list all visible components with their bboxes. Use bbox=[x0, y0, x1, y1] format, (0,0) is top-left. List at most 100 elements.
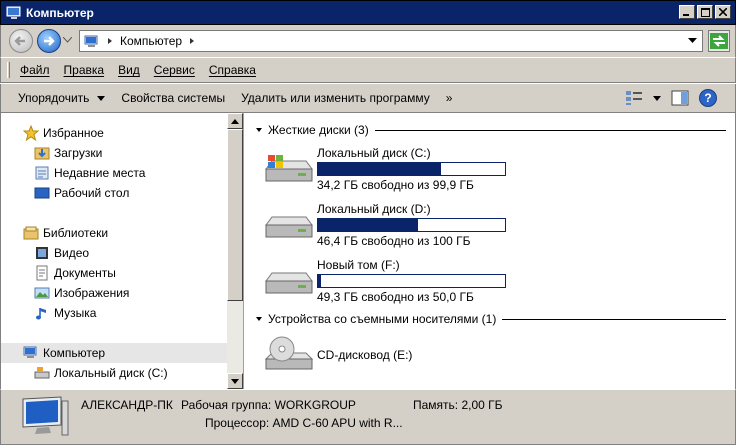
preview-pane-icon[interactable] bbox=[671, 90, 689, 106]
refresh-icon bbox=[710, 33, 728, 49]
scroll-thumb[interactable] bbox=[227, 129, 243, 301]
drive-c-name: Локальный диск (C:) bbox=[317, 146, 431, 160]
organize-label: Упорядочить bbox=[18, 91, 90, 105]
chevron-down-icon bbox=[97, 95, 106, 101]
minimize-button[interactable] bbox=[679, 5, 695, 19]
uninstall-program-button[interactable]: Удалить или изменить программу bbox=[241, 91, 430, 105]
nav-video[interactable]: Видео bbox=[1, 243, 227, 263]
drive-f-name: Новый том (F:) bbox=[317, 258, 400, 272]
more-commands-button[interactable]: » bbox=[446, 91, 453, 105]
nav-recent-places[interactable]: Недавние места bbox=[1, 163, 227, 183]
refresh-button[interactable] bbox=[708, 30, 730, 52]
computer-name: АЛЕКСАНДР-ПК bbox=[81, 398, 173, 412]
scroll-down-button[interactable] bbox=[227, 373, 243, 389]
nav-downloads[interactable]: Загрузки bbox=[1, 143, 227, 163]
nav-recent-places-label: Недавние места bbox=[54, 166, 146, 180]
collapse-arrow-icon[interactable] bbox=[254, 315, 264, 323]
drive-d-name: Локальный диск (D:) bbox=[317, 202, 431, 216]
recent-places-icon bbox=[34, 165, 50, 181]
nav-scrollbar[interactable] bbox=[227, 113, 243, 389]
desktop-icon bbox=[34, 185, 50, 201]
navigation-tree: Избранное Загрузки Недавние места Рабочи… bbox=[1, 113, 227, 390]
drive-c-usage-fill bbox=[318, 163, 442, 175]
toolbar-grip[interactable] bbox=[7, 62, 10, 78]
drive-d-free-space: 46,4 ГБ свободно из 100 ГБ bbox=[317, 234, 471, 248]
scroll-up-icon bbox=[231, 118, 239, 124]
computer-icon bbox=[6, 6, 21, 19]
drive-icon bbox=[265, 272, 313, 294]
drive-c[interactable]: Локальный диск (C:) 34,2 ГБ свободно из … bbox=[262, 145, 722, 197]
breadcrumb-arrow-icon[interactable] bbox=[188, 37, 196, 45]
forward-button[interactable] bbox=[37, 29, 61, 53]
group-removable-label: Устройства со съемными носителями (1) bbox=[268, 312, 497, 326]
nav-favorites[interactable]: Избранное bbox=[1, 123, 227, 143]
scroll-up-button[interactable] bbox=[227, 113, 243, 129]
menu-help[interactable]: Справка bbox=[209, 63, 256, 77]
nav-libraries[interactable]: Библиотеки bbox=[1, 223, 227, 243]
music-library-icon bbox=[34, 305, 50, 321]
breadcrumb-arrow-icon[interactable] bbox=[106, 37, 114, 45]
nav-music-label: Музыка bbox=[54, 306, 97, 320]
system-drive-icon bbox=[265, 155, 313, 182]
collapse-arrow-icon[interactable] bbox=[254, 126, 264, 134]
window-title: Компьютер bbox=[26, 5, 94, 20]
nav-desktop-label: Рабочий стол bbox=[54, 186, 130, 200]
navigation-pane: Избранное Загрузки Недавние места Рабочи… bbox=[0, 112, 243, 389]
menu-edit[interactable]: Правка bbox=[64, 63, 105, 77]
cd-drive-e[interactable]: CD-дисковод (E:) bbox=[262, 331, 722, 383]
recent-pages-dropdown-icon[interactable] bbox=[63, 37, 72, 43]
nav-documents-label: Документы bbox=[54, 266, 116, 280]
group-divider bbox=[502, 318, 726, 320]
content-pane: Жесткие диски (3) Локальный диск (C:) 34… bbox=[243, 112, 736, 389]
computer-icon bbox=[22, 396, 69, 436]
drive-f[interactable]: Новый том (F:) 49,3 ГБ свободно из 50,0 … bbox=[262, 257, 722, 309]
breadcrumb-computer[interactable]: Компьютер bbox=[120, 34, 182, 48]
nav-drive-c-label: Локальный диск (C:) bbox=[54, 366, 168, 380]
forward-arrow-icon bbox=[44, 36, 55, 46]
drive-f-usage-fill bbox=[318, 275, 321, 287]
maximize-icon bbox=[700, 7, 710, 17]
change-view-icon[interactable] bbox=[625, 90, 643, 106]
nav-drive-c[interactable]: Локальный диск (C:) bbox=[1, 363, 227, 383]
video-library-icon bbox=[34, 245, 50, 261]
close-button[interactable] bbox=[715, 5, 731, 19]
maximize-button[interactable] bbox=[697, 5, 713, 19]
group-divider bbox=[374, 129, 726, 131]
address-bar[interactable]: Компьютер bbox=[79, 30, 703, 52]
back-arrow-icon bbox=[14, 36, 25, 46]
view-options-dropdown-icon[interactable] bbox=[653, 95, 661, 101]
nav-desktop[interactable]: Рабочий стол bbox=[1, 183, 227, 203]
processor-info: Процессор: AMD C-60 APU with R... bbox=[205, 416, 403, 430]
menu-bar: Файл Правка Вид Сервис Справка bbox=[0, 57, 736, 83]
minimize-icon bbox=[683, 14, 689, 16]
help-button[interactable]: ? bbox=[699, 89, 717, 107]
nav-computer[interactable]: Компьютер bbox=[1, 343, 227, 363]
nav-documents[interactable]: Документы bbox=[1, 263, 227, 283]
nav-computer-label: Компьютер bbox=[43, 346, 106, 360]
nav-pictures[interactable]: Изображения bbox=[1, 283, 227, 303]
menu-view[interactable]: Вид bbox=[118, 63, 140, 77]
nav-video-label: Видео bbox=[54, 246, 90, 260]
back-button[interactable] bbox=[9, 29, 33, 53]
nav-music[interactable]: Музыка bbox=[1, 303, 227, 323]
group-hard-drives[interactable]: Жесткие диски (3) bbox=[254, 122, 726, 138]
system-properties-button[interactable]: Свойства системы bbox=[121, 91, 225, 105]
documents-library-icon bbox=[34, 265, 50, 281]
menu-file[interactable]: Файл bbox=[20, 63, 50, 77]
drive-d[interactable]: Локальный диск (D:) 46,4 ГБ свободно из … bbox=[262, 201, 722, 253]
star-icon bbox=[23, 125, 39, 141]
organize-button[interactable]: Упорядочить bbox=[18, 91, 106, 105]
nav-favorites-label: Избранное bbox=[43, 126, 104, 140]
title-bar[interactable]: Компьютер bbox=[0, 0, 736, 25]
system-properties-label: Свойства системы bbox=[121, 91, 226, 105]
pictures-library-icon bbox=[34, 285, 50, 301]
menu-tools[interactable]: Сервис bbox=[154, 63, 195, 77]
drive-c-free-space: 34,2 ГБ свободно из 99,9 ГБ bbox=[317, 178, 474, 192]
cd-drive-icon bbox=[264, 336, 314, 370]
group-removable[interactable]: Устройства со съемными носителями (1) bbox=[254, 311, 726, 327]
details-pane: АЛЕКСАНДР-ПК Рабочая группа: WORKGROUP П… bbox=[0, 389, 736, 445]
drive-icon bbox=[265, 216, 313, 238]
address-history-dropdown-icon[interactable] bbox=[688, 38, 697, 44]
nav-libraries-label: Библиотеки bbox=[43, 226, 109, 240]
drive-d-usage-fill bbox=[318, 219, 419, 231]
